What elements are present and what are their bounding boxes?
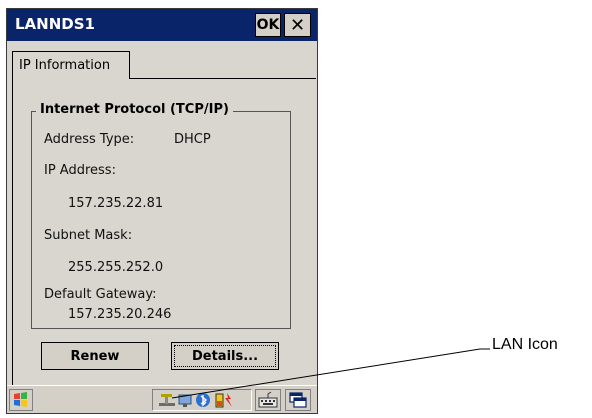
lan-icon-callout-label: LAN Icon [492, 336, 558, 353]
pocketpc-screen: LANNDS1 OK ✕ IP Information Internet Pro… [6, 8, 318, 414]
bluetooth-icon[interactable] [196, 393, 210, 407]
taskbar [7, 385, 317, 413]
tab-ip-information[interactable]: IP Information [12, 51, 130, 79]
system-tray [152, 389, 252, 411]
title-bar: LANNDS1 OK ✕ [7, 9, 317, 41]
start-button[interactable] [9, 389, 33, 411]
lan-icon[interactable] [159, 394, 175, 406]
battery-icon[interactable] [215, 393, 232, 408]
close-icon: ✕ [289, 14, 306, 36]
dialog-client-area: IP Information Internet Protocol (TCP/IP… [7, 41, 317, 385]
windows-flag-icon [14, 392, 27, 407]
keyboard-icon [258, 391, 278, 408]
window-title: LANNDS1 [15, 15, 95, 33]
close-button[interactable]: ✕ [284, 13, 311, 37]
window-switch-icon [289, 392, 307, 408]
tab-panel [12, 78, 316, 385]
ok-button[interactable]: OK [255, 13, 281, 37]
keyboard-button[interactable] [255, 389, 281, 411]
network-icon[interactable] [178, 394, 192, 407]
window-switch-button[interactable] [285, 389, 311, 411]
